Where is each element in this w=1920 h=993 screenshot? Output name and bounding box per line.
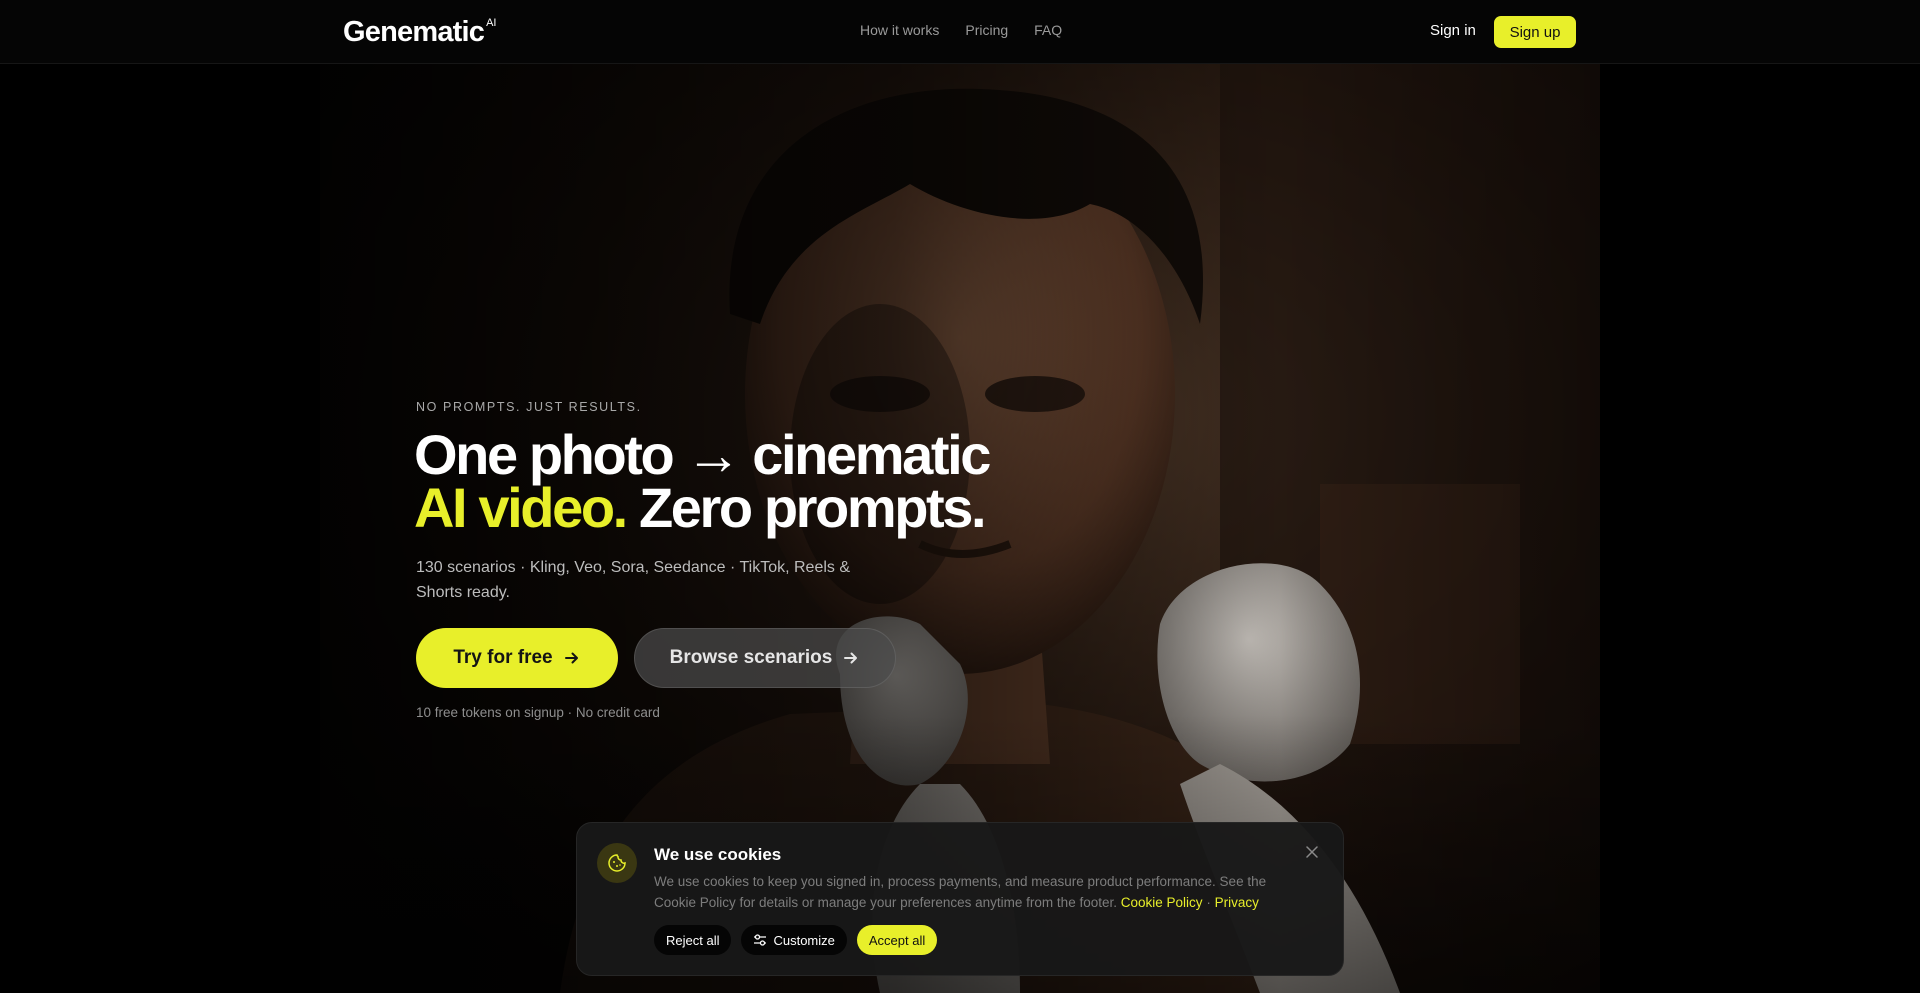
accept-all-button[interactable]: Accept all [856, 925, 938, 955]
page: Genematic AI How it works Pricing FAQ Sig… [0, 0, 1920, 993]
hero-eyebrow: NO PROMPTS. JUST RESULTS. [416, 400, 642, 414]
logo[interactable]: Genematic AI [343, 16, 497, 49]
headline-accent: AI video. [414, 476, 628, 539]
headline-rest: Zero prompts. [625, 476, 987, 539]
hero-headline: One photo → cinematic AI video. Zero pro… [414, 427, 1034, 536]
nav-faq[interactable]: FAQ [1034, 22, 1062, 38]
main-nav: How it works Pricing FAQ [860, 22, 1062, 38]
cookie-policy-link[interactable]: Cookie Policy [1121, 895, 1203, 910]
customize-label: Customize [773, 932, 835, 948]
customize-button[interactable]: Customize [741, 925, 847, 955]
sign-in-link[interactable]: Sign in [1430, 22, 1476, 39]
sliders-icon [754, 934, 767, 946]
cookie-icon [608, 854, 626, 872]
nav-pricing[interactable]: Pricing [965, 22, 1008, 38]
sign-up-button[interactable]: Sign up [1494, 16, 1576, 48]
try-for-free-label: Try for free [453, 647, 553, 668]
close-icon[interactable] [1303, 843, 1321, 861]
signup-note: 10 free tokens on signup · No credit car… [416, 705, 660, 720]
nav-how-it-works[interactable]: How it works [860, 22, 939, 38]
cookie-badge [597, 843, 637, 883]
link-separator: · [1206, 895, 1211, 910]
privacy-link[interactable]: Privacy [1215, 895, 1259, 910]
browse-scenarios-button[interactable]: Browse scenarios [634, 628, 896, 688]
try-for-free-button[interactable]: Try for free [416, 628, 618, 688]
accept-all-label: Accept all [868, 932, 926, 948]
logo-text: Genematic [343, 16, 485, 48]
arrow-right-icon [844, 652, 858, 664]
logo-sup: AI [486, 17, 497, 29]
hero-subline: 130 scenarios · Kling, Veo, Sora, Seedan… [416, 559, 851, 601]
cookie-banner: We use cookies We use cookies to keep yo… [576, 822, 1344, 976]
cookie-description: We use cookies to keep you signed in, pr… [654, 871, 1294, 913]
arrow-right-icon [564, 652, 578, 664]
cookie-title: We use cookies [654, 845, 782, 864]
browse-scenarios-label: Browse scenarios [669, 647, 833, 668]
reject-all-label: Reject all [666, 932, 720, 948]
cookie-actions: Reject all Customize Accept all [654, 925, 938, 955]
top-navbar: Genematic AI How it works Pricing FAQ Sig… [0, 0, 1920, 64]
reject-all-button[interactable]: Reject all [654, 925, 732, 955]
